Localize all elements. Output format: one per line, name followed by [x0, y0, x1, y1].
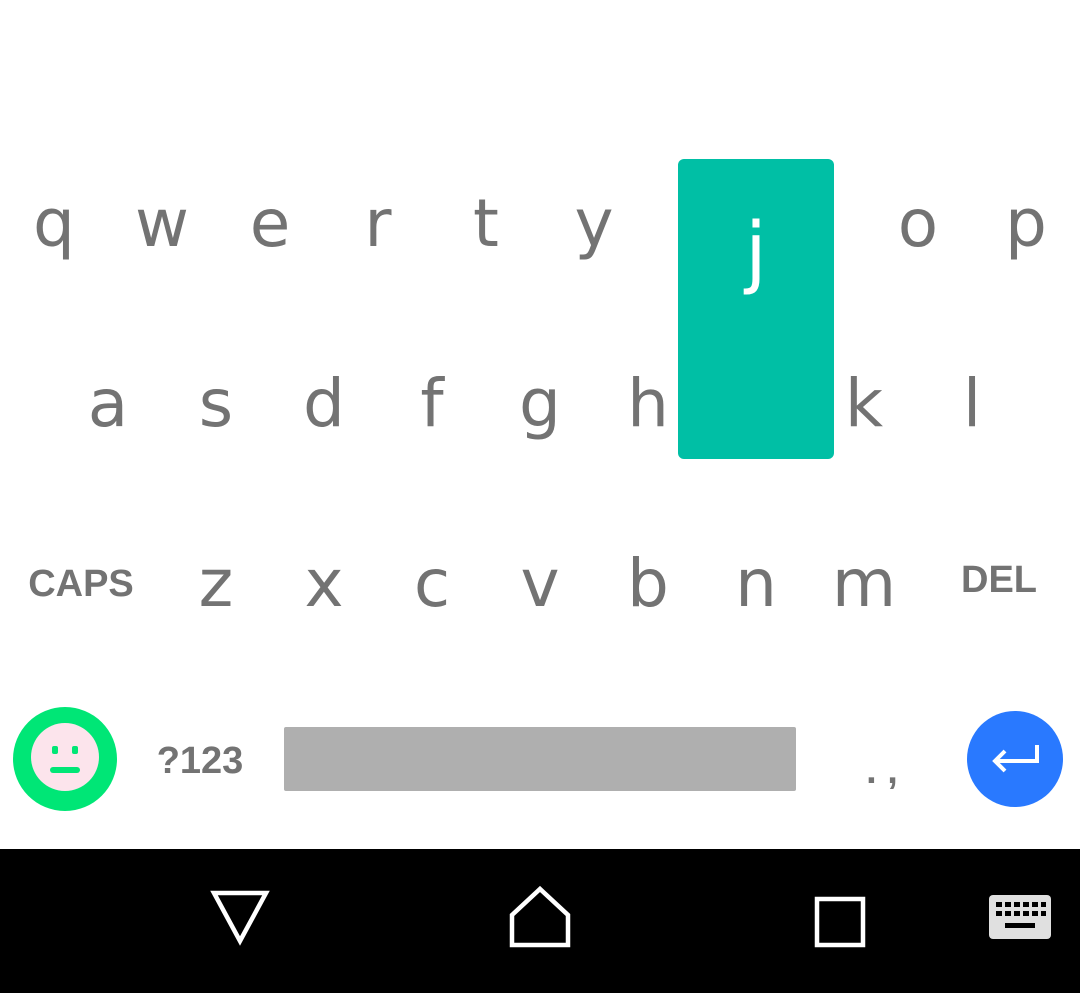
key-label: c — [413, 545, 451, 622]
key-label: v — [520, 545, 560, 622]
key-label: f — [420, 365, 444, 442]
del-label: DEL — [961, 559, 1037, 601]
key-q[interactable]: q — [0, 164, 108, 284]
key-label: t — [473, 185, 499, 262]
key-label: h — [627, 365, 669, 442]
key-label: q — [33, 185, 75, 262]
key-p[interactable]: p — [972, 164, 1080, 284]
key-w[interactable]: w — [108, 164, 216, 284]
key-label: r — [364, 185, 392, 262]
home-icon — [508, 885, 572, 953]
delete-key[interactable]: DEL — [945, 524, 1053, 636]
key-label: o — [897, 185, 939, 262]
home-button[interactable] — [490, 869, 590, 969]
back-button[interactable] — [190, 869, 290, 969]
recents-icon — [814, 896, 866, 952]
key-label: j — [745, 207, 767, 297]
key-label: e — [249, 185, 291, 262]
key-j-pressed[interactable]: j — [678, 159, 834, 459]
key-label: k — [844, 365, 884, 442]
key-c[interactable]: c — [378, 524, 486, 644]
key-d[interactable]: d — [270, 344, 378, 464]
key-f[interactable]: f — [378, 344, 486, 464]
symbols-label: ?123 — [156, 740, 244, 782]
key-label: y — [574, 185, 614, 262]
key-label: l — [962, 365, 982, 442]
keyboard-screen: q w e r t y o p a s d f g h k l CAPS z x… — [0, 0, 1080, 993]
caps-key[interactable]: CAPS — [27, 524, 135, 644]
key-v[interactable]: v — [486, 524, 594, 644]
back-icon — [210, 887, 270, 951]
caps-label: CAPS — [28, 563, 134, 605]
key-label: d — [303, 365, 345, 442]
navigation-bar — [0, 849, 1080, 993]
key-label: s — [198, 365, 234, 442]
symbols-key[interactable]: ?123 — [146, 716, 254, 806]
key-label: a — [87, 365, 129, 442]
key-y[interactable]: y — [540, 164, 648, 284]
keyboard-switch-button[interactable] — [980, 889, 1060, 949]
key-label: x — [304, 545, 344, 622]
key-label: n — [735, 545, 777, 622]
key-x[interactable]: x — [270, 524, 378, 644]
punctuation-key[interactable]: . , — [828, 716, 936, 826]
key-a[interactable]: a — [54, 344, 162, 464]
enter-icon — [987, 737, 1043, 781]
key-label: b — [627, 545, 669, 622]
key-g[interactable]: g — [486, 344, 594, 464]
key-label: m — [831, 545, 897, 622]
space-bar[interactable] — [284, 727, 796, 791]
key-n[interactable]: n — [702, 524, 810, 644]
key-label: g — [519, 365, 561, 442]
key-l[interactable]: l — [918, 344, 1026, 464]
key-b[interactable]: b — [594, 524, 702, 644]
key-e[interactable]: e — [216, 164, 324, 284]
key-r[interactable]: r — [324, 164, 432, 284]
key-m[interactable]: m — [810, 524, 918, 644]
keyboard-icon — [989, 895, 1051, 943]
punctuation-label: . , — [866, 750, 898, 792]
key-t[interactable]: t — [432, 164, 540, 284]
emoji-key[interactable] — [13, 707, 117, 811]
enter-key[interactable] — [967, 711, 1063, 807]
recents-button[interactable] — [790, 874, 890, 974]
key-z[interactable]: z — [162, 524, 270, 644]
key-s[interactable]: s — [162, 344, 270, 464]
key-label: p — [1005, 185, 1047, 262]
key-o[interactable]: o — [864, 164, 972, 284]
key-label: w — [135, 185, 189, 262]
key-label: z — [198, 545, 234, 622]
smiley-icon — [29, 721, 101, 797]
